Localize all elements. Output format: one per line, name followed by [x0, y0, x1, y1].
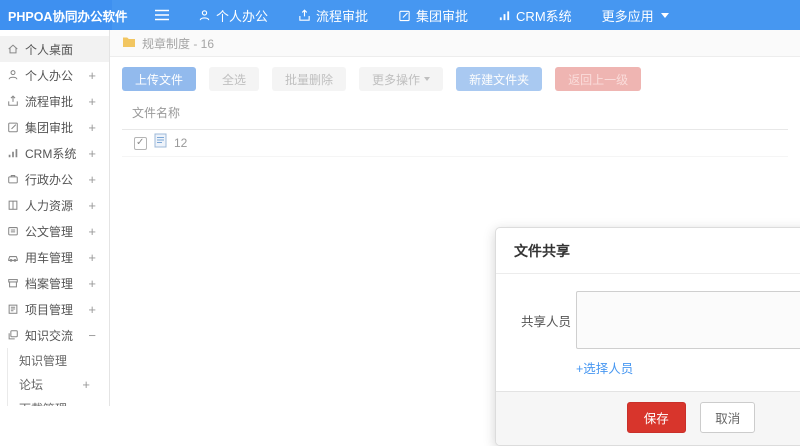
share-people-label: 共享人员: [521, 314, 572, 329]
upload-icon: [7, 95, 19, 107]
sidebar-subitem-forum[interactable]: 论坛 +: [8, 372, 109, 396]
user-icon: [198, 9, 211, 22]
expand-icon[interactable]: +: [88, 146, 96, 161]
top-menu-more-apps[interactable]: 更多应用: [602, 6, 669, 25]
collapse-icon[interactable]: −: [88, 328, 96, 343]
sidebar-item-document-mgmt[interactable]: 公文管理 +: [0, 218, 109, 244]
upload-file-button[interactable]: 上传文件: [122, 67, 197, 91]
sidebar-subitem-download-mgmt[interactable]: 下载管理: [8, 396, 109, 407]
cancel-button[interactable]: 取消: [700, 402, 756, 433]
select-people-link[interactable]: +选择人员: [576, 358, 800, 377]
document-icon: [7, 225, 19, 237]
sidebar-item-workflow-approval[interactable]: 流程审批 +: [0, 88, 109, 114]
expand-icon[interactable]: +: [88, 302, 96, 317]
share-people-textarea[interactable]: [576, 291, 800, 349]
home-icon: [7, 43, 19, 55]
archive-icon: [7, 277, 19, 289]
file-doc-icon: [154, 133, 167, 153]
breadcrumb-text: 规章制度 - 16: [142, 36, 215, 51]
app-logo: PHPOA协同办公软件: [0, 0, 127, 30]
go-back-button[interactable]: 返回上一级: [555, 67, 642, 91]
sidebar-item-group-approval[interactable]: 集团审批 +: [0, 114, 109, 140]
briefcase-icon: [7, 173, 19, 185]
book-icon: [7, 199, 19, 211]
modal-title: 文件共享: [496, 228, 800, 274]
expand-icon[interactable]: +: [88, 94, 96, 109]
sidebar-item-personal-office[interactable]: 个人办公 +: [0, 62, 109, 88]
top-header: PHPOA协同办公软件 个人办公 流程审批 集团审批 CRM系统 更多应用: [0, 0, 800, 30]
sidebar-nav: 个人桌面 个人办公 + 流程审批 + 集团审批 + CRM系统 + 行政办公 +…: [0, 30, 110, 406]
chart-icon: [498, 9, 511, 22]
expand-icon[interactable]: +: [88, 276, 96, 291]
board-icon: [7, 303, 19, 315]
file-share-modal: 文件共享 共享人员 +选择人员 保存 取消: [495, 227, 800, 446]
top-menu-group-approval[interactable]: 集团审批: [398, 6, 468, 25]
modal-footer: 保存 取消: [496, 391, 800, 445]
sidebar-item-vehicle-mgmt[interactable]: 用车管理 +: [0, 244, 109, 270]
edit-icon: [398, 9, 411, 22]
sidebar-item-project-mgmt[interactable]: 项目管理 +: [0, 296, 109, 322]
toolbar: 上传文件 全选 批量删除 更多操作 新建文件夹 返回上一级: [110, 57, 800, 91]
top-menu-workflow-approval[interactable]: 流程审批: [298, 6, 368, 25]
share-icon: [7, 329, 19, 341]
new-folder-button[interactable]: 新建文件夹: [456, 67, 543, 91]
batch-delete-button[interactable]: 批量删除: [272, 67, 347, 91]
expand-icon[interactable]: +: [88, 224, 96, 239]
sidebar-item-desktop[interactable]: 个人桌面: [0, 36, 109, 62]
save-button[interactable]: 保存: [626, 402, 686, 433]
expand-icon[interactable]: +: [88, 172, 96, 187]
chart-icon: [7, 147, 19, 159]
caret-down-icon: [424, 77, 431, 81]
top-menu-personal-office[interactable]: 个人办公: [198, 6, 268, 25]
top-menu-crm[interactable]: CRM系统: [498, 6, 572, 25]
sidebar-item-archive-mgmt[interactable]: 档案管理 +: [0, 270, 109, 296]
select-all-button[interactable]: 全选: [209, 67, 260, 91]
top-menu: 个人办公 流程审批 集团审批 CRM系统 更多应用: [198, 6, 699, 25]
user-icon: [7, 69, 19, 81]
file-row[interactable]: 12: [122, 130, 788, 157]
sidebar-item-admin-office[interactable]: 行政办公 +: [0, 166, 109, 192]
caret-down-icon: [660, 12, 669, 18]
row-checkbox[interactable]: [134, 136, 147, 150]
sidebar-item-hr[interactable]: 人力资源 +: [0, 192, 109, 218]
sidebar-item-knowledge-exchange[interactable]: 知识交流 −: [0, 322, 109, 348]
more-actions-button[interactable]: 更多操作: [359, 67, 444, 91]
expand-icon[interactable]: +: [88, 120, 96, 135]
upload-icon: [298, 8, 311, 22]
expand-icon[interactable]: +: [82, 377, 90, 392]
breadcrumb: 规章制度 - 16: [110, 30, 800, 57]
knowledge-submenu: 知识管理 论坛 + 下载管理: [7, 348, 109, 406]
expand-icon[interactable]: +: [88, 198, 96, 213]
expand-icon[interactable]: +: [88, 250, 96, 265]
file-list-header: 文件名称: [122, 104, 788, 130]
modal-body: 共享人员 +选择人员: [496, 274, 800, 377]
sidebar-item-crm[interactable]: CRM系统 +: [0, 140, 109, 166]
file-name: 12: [174, 136, 188, 150]
folder-icon: [122, 36, 136, 51]
car-icon: [7, 251, 19, 263]
expand-icon[interactable]: +: [88, 68, 96, 83]
hamburger-menu-icon[interactable]: [154, 9, 170, 21]
sidebar-subitem-knowledge-mgmt[interactable]: 知识管理: [8, 348, 109, 372]
edit-icon: [7, 121, 19, 133]
